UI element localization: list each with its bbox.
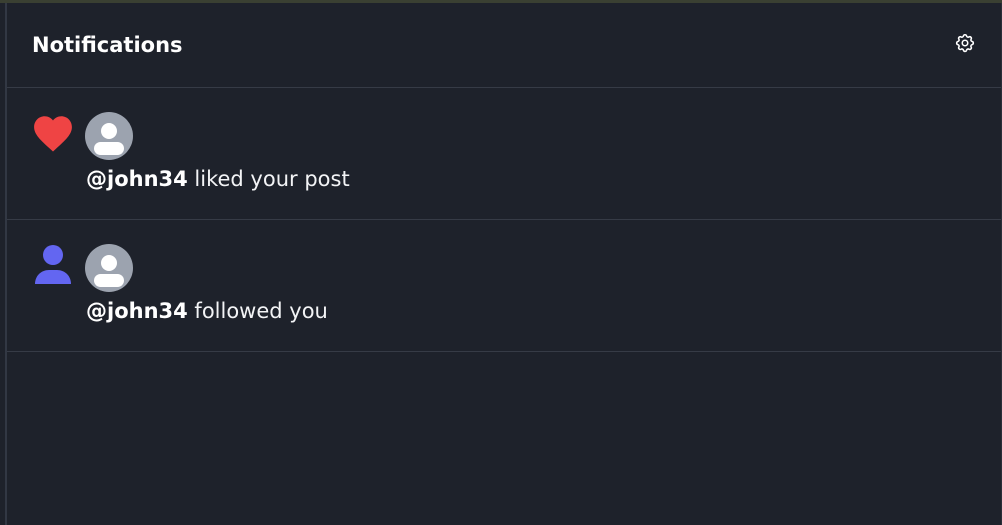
person-icon bbox=[30, 245, 76, 285]
notification-text: @john34 liked your post bbox=[86, 167, 350, 191]
heart-icon bbox=[30, 113, 76, 153]
settings-button[interactable] bbox=[953, 31, 977, 55]
notification-item-like[interactable]: @john34 liked your post bbox=[7, 88, 1001, 220]
notification-message: liked your post bbox=[187, 167, 350, 191]
avatar[interactable] bbox=[85, 244, 133, 292]
page-title: Notifications bbox=[32, 33, 183, 57]
notification-item-follow[interactable]: @john34 followed you bbox=[7, 220, 1001, 352]
user-avatar-icon bbox=[94, 123, 124, 155]
notifications-header: Notifications bbox=[7, 3, 1001, 88]
notification-username[interactable]: @john34 bbox=[86, 167, 188, 191]
user-avatar-icon bbox=[94, 255, 124, 287]
notification-username[interactable]: @john34 bbox=[86, 299, 188, 323]
avatar[interactable] bbox=[85, 112, 133, 160]
notifications-panel: Notifications @john34 liked your post @j… bbox=[7, 3, 1001, 525]
gear-icon bbox=[955, 34, 975, 53]
notification-message: followed you bbox=[187, 299, 328, 323]
notification-text: @john34 followed you bbox=[86, 299, 328, 323]
